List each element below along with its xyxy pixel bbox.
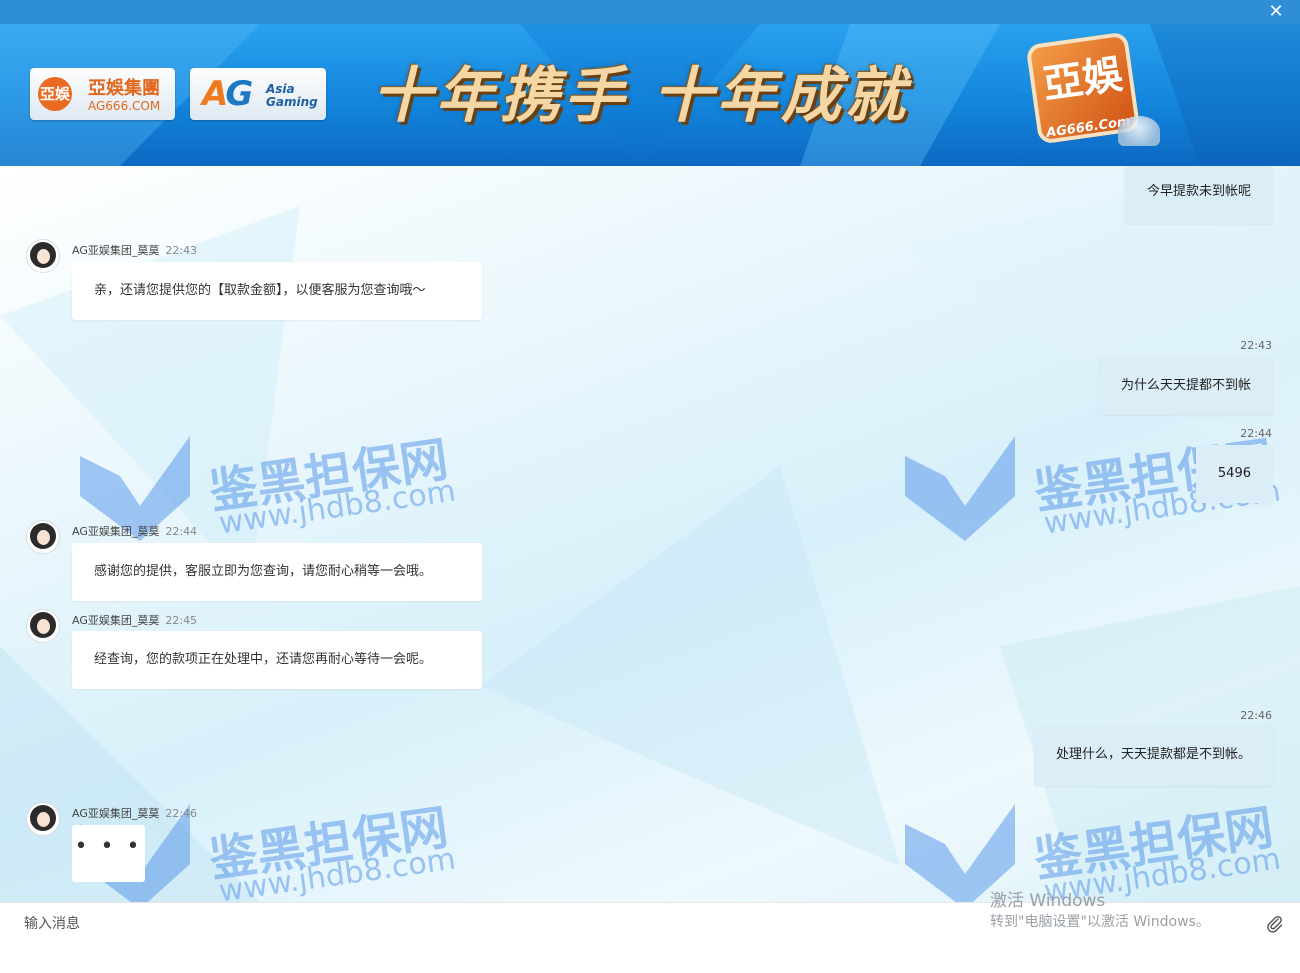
agent-avatar[interactable]	[26, 609, 60, 643]
asia-gaming-line2: Gaming	[266, 95, 318, 109]
agent-avatar[interactable]	[26, 239, 60, 273]
asia-gaming-mark: AG	[202, 74, 253, 114]
ag-group-logo[interactable]: 亞娛 亞娛集團 AG666.COM	[30, 68, 175, 120]
agent-name: AG亚娱集团_莫莫	[72, 614, 160, 627]
agent-message-bubble: 亲，还请您提供您的【取款金额】，以便客服为您查询哦～	[72, 262, 482, 320]
windows-activation-title: 激活 Windows	[990, 891, 1106, 911]
chat-area[interactable]: 鉴黑担保网 www.jhdb8.com 鉴黑担保网 www.jhdb8.com …	[0, 166, 1300, 902]
promo-banner: 亞娛 亞娛集團 AG666.COM AG Asia Gaming 十年携手 十年…	[0, 24, 1300, 166]
asia-gaming-logo[interactable]: AG Asia Gaming	[190, 68, 326, 120]
ag-group-logo-domain: AG666.COM	[88, 99, 161, 113]
agent-message-bubble: 经查询，您的款项正在处理中，还请您再耐心等待一会呢。	[72, 631, 482, 689]
banner-slogan: 十年携手 十年成就	[372, 61, 909, 131]
close-icon[interactable]: ✕	[1266, 2, 1286, 22]
agent-avatar[interactable]	[26, 520, 60, 554]
message-time: 22:44	[165, 525, 198, 538]
message-input[interactable]: 输入消息	[24, 913, 80, 933]
ag-group-badge-icon: 亞娛	[38, 77, 72, 111]
asia-gaming-mark-a: A	[202, 74, 228, 114]
message-time: 22:46	[165, 807, 198, 820]
windows-activation-hint: 转到"电脑设置"以激活 Windows。	[990, 914, 1210, 930]
agent-message-header: AG亚娱集团_莫莫 22:46	[72, 805, 197, 821]
title-bar: ✕	[0, 0, 1300, 24]
agent-message-header: AG亚娱集团_莫莫 22:44	[72, 523, 197, 539]
ag-group-logo-text: 亞娛集團	[88, 78, 160, 99]
message-time: 22:46	[1240, 709, 1272, 722]
message-time: 22:44	[1240, 427, 1272, 440]
typing-indicator: • • •	[72, 825, 145, 882]
user-message-bubble: 5496	[1195, 445, 1273, 503]
agent-avatar[interactable]	[26, 802, 60, 836]
asia-gaming-mark-g: G	[225, 74, 253, 114]
brand-seal-text: 亞娛	[1039, 50, 1126, 109]
user-message-bubble: 处理什么，天天提款都是不到帐。	[1033, 726, 1273, 786]
agent-name: AG亚娱集团_莫莫	[72, 525, 160, 538]
message-time: 22:43	[1240, 339, 1272, 352]
agent-message-bubble: 感谢您的提供，客服立即为您查询，请您耐心稍等一会哦。	[72, 543, 482, 601]
agent-message-header: AG亚娱集团_莫莫 22:45	[72, 612, 197, 628]
asia-gaming-line1: Asia	[266, 82, 295, 96]
agent-name: AG亚娱集团_莫莫	[72, 244, 160, 257]
agent-name: AG亚娱集团_莫莫	[72, 807, 160, 820]
crown-icon	[1118, 116, 1160, 146]
user-message-bubble: 今早提款未到帐呢	[1124, 166, 1273, 224]
paperclip-icon[interactable]	[1266, 915, 1284, 933]
message-time: 22:45	[165, 614, 198, 627]
user-message-bubble: 为什么天天提都不到帐	[1098, 357, 1273, 415]
agent-message-header: AG亚娱集团_莫莫 22:43	[72, 242, 197, 258]
message-time: 22:43	[165, 244, 198, 257]
